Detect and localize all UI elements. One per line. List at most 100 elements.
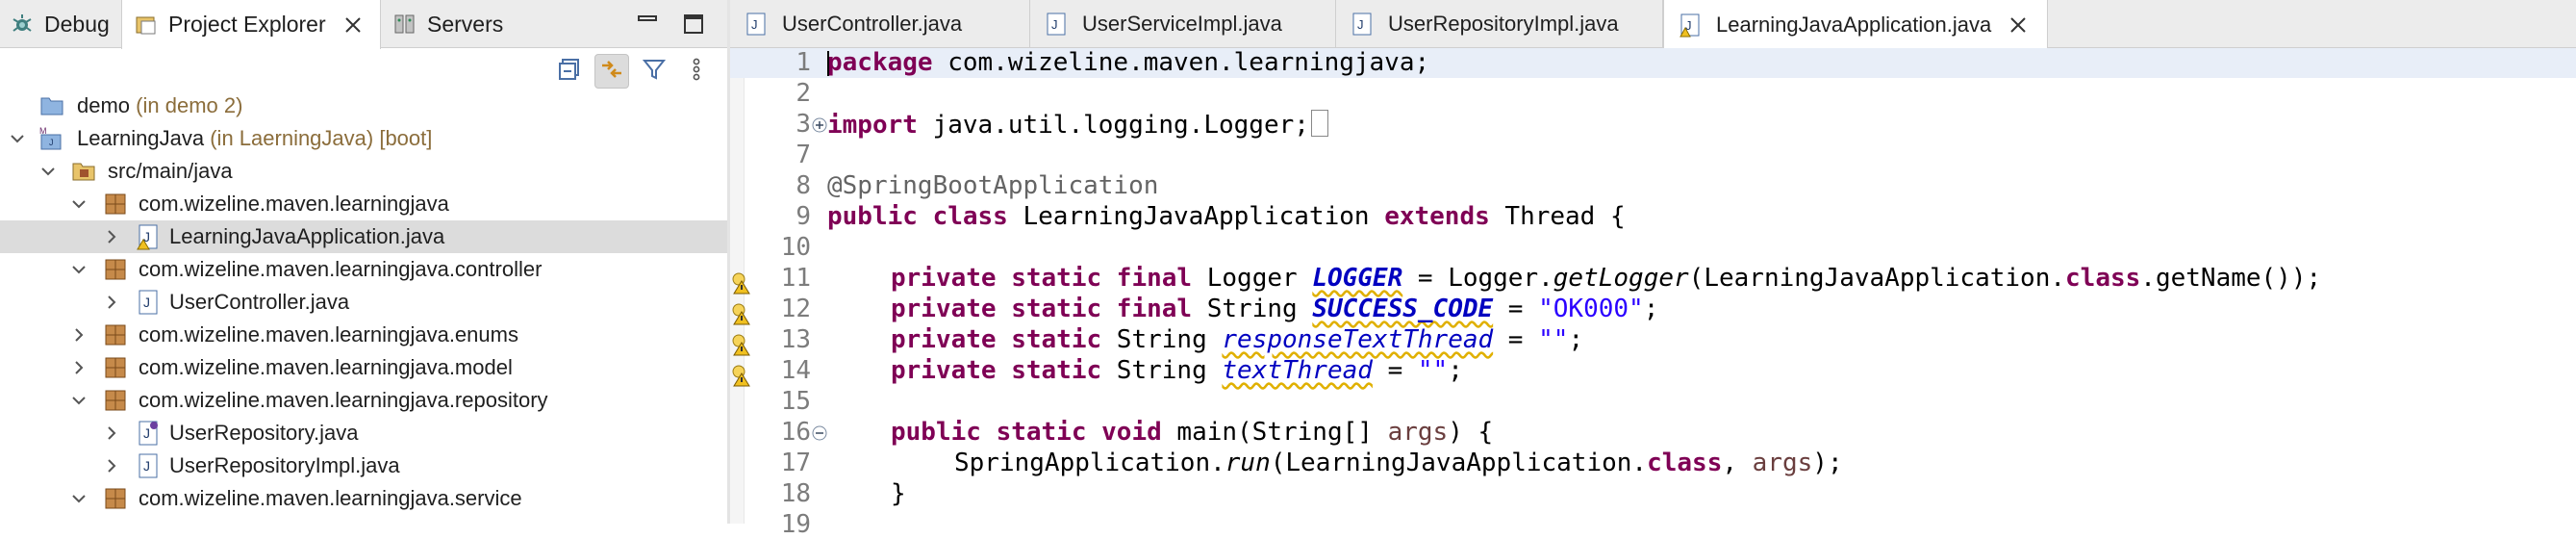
code-text: ;: [1448, 356, 1463, 385]
java-interface-icon: J: [135, 420, 162, 447]
maximize-button[interactable]: [679, 10, 708, 38]
code-line-8[interactable]: @SpringBootApplication: [827, 171, 1158, 200]
tab-project-explorer[interactable]: Project Explorer: [121, 0, 381, 49]
link-with-editor-button[interactable]: [594, 54, 629, 89]
editor-tab-userserviceimpl[interactable]: J UserServiceImpl.java: [1030, 0, 1336, 48]
code-line-9[interactable]: public class LearningJavaApplication ext…: [827, 202, 1626, 231]
code-text: String: [1101, 325, 1223, 354]
chevron-right-icon[interactable]: [69, 358, 88, 377]
method-name: run: [1225, 449, 1271, 477]
editor-tab-usercontroller[interactable]: J UserController.java: [730, 0, 1030, 48]
code-line-1[interactable]: package com.wizeline.maven.learningjava;: [827, 48, 1429, 77]
chevron-down-icon[interactable]: [69, 194, 88, 214]
tree-item-usercontroller[interactable]: J UserController.java: [0, 286, 727, 319]
editor-tab-userrepositoryimpl[interactable]: J UserRepositoryImpl.java: [1336, 0, 1663, 48]
tree-item-package[interactable]: com.wizeline.maven.learningjava.reposito…: [0, 384, 727, 417]
code-text: ;: [1643, 295, 1659, 323]
code-text: =: [1493, 325, 1539, 354]
tree-item-src-main-java[interactable]: src/main/java: [0, 155, 727, 188]
code-text: ;: [1568, 325, 1584, 354]
parameter-name: args: [1752, 449, 1813, 477]
chevron-down-icon[interactable]: [69, 260, 88, 279]
svg-text:J: J: [49, 138, 54, 147]
warning-marker-icon[interactable]: [730, 331, 755, 356]
tree-item-package[interactable]: com.wizeline.maven.learningjava.enums: [0, 319, 727, 351]
close-icon[interactable]: [341, 13, 365, 37]
code-line-11[interactable]: private static final Logger LOGGER = Log…: [891, 264, 2321, 293]
tab-servers[interactable]: Servers: [391, 0, 503, 48]
tree-item-package[interactable]: com.wizeline.maven.learningjava: [0, 188, 727, 220]
link-with-editor-icon: [599, 57, 624, 87]
svg-text:J: J: [751, 17, 758, 32]
tree-item-demo[interactable]: demo (in demo 2): [0, 90, 727, 122]
svg-text:M: M: [39, 126, 47, 136]
chevron-right-icon[interactable]: [102, 293, 121, 312]
field-name: textThread: [1222, 356, 1373, 385]
tree-item-userrepositoryimpl[interactable]: J UserRepositoryImpl.java: [0, 449, 727, 482]
package-icon: [102, 321, 129, 348]
editor-tab-learningjavaapplication[interactable]: J LearningJavaApplication.java: [1663, 0, 2048, 49]
java-file-icon: J: [135, 452, 162, 479]
keyword: public static void: [891, 418, 1162, 447]
code-text: =: [1493, 295, 1539, 323]
chevron-down-icon[interactable]: [69, 391, 88, 410]
chevron-right-icon[interactable]: [102, 227, 121, 246]
editor-tab-bar: J UserController.java J UserServiceImpl.…: [730, 0, 2576, 49]
chevron-down-icon[interactable]: [8, 129, 27, 148]
code-line-14[interactable]: private static String textThread = "";: [891, 356, 1463, 385]
folded-block-marker[interactable]: [1310, 110, 1328, 137]
tree-item-package[interactable]: com.wizeline.maven.learningjava.service: [0, 482, 727, 515]
line-number: 2: [796, 79, 811, 108]
close-icon[interactable]: [2007, 13, 2030, 37]
code-text: com.wizeline.maven.learningjava;: [932, 48, 1430, 77]
chevron-right-icon[interactable]: [102, 424, 121, 443]
line-number: 3: [796, 110, 811, 139]
keyword: public class: [827, 202, 1008, 231]
keyword: class: [2065, 264, 2141, 293]
code-line-17[interactable]: SpringApplication.run(LearningJavaApplic…: [954, 449, 1843, 477]
keyword: extends: [1384, 202, 1490, 231]
tab-debug[interactable]: Debug: [8, 0, 110, 48]
view-menu-button[interactable]: [679, 54, 714, 89]
java-file-warning-icon: J: [1678, 11, 1703, 39]
svg-text:J: J: [1357, 17, 1364, 32]
tree-item-label: com.wizeline.maven.learningjava.enums: [139, 322, 518, 346]
package-icon: [102, 354, 129, 381]
code-text: ,: [1722, 449, 1753, 477]
line-number: 18: [780, 479, 811, 508]
warning-marker-icon[interactable]: [730, 270, 755, 295]
keyword: private static final: [891, 264, 1193, 293]
chevron-right-icon[interactable]: [69, 325, 88, 345]
chevron-right-icon[interactable]: [102, 456, 121, 475]
line-number: 16: [780, 418, 811, 447]
java-file-icon: J: [1350, 10, 1375, 38]
tree-item-label: UserController.java: [169, 290, 350, 314]
tree-item-package[interactable]: com.wizeline.maven.learningjava.controll…: [0, 253, 727, 286]
line-number: 8: [796, 171, 811, 200]
tree-item-package[interactable]: com.wizeline.maven.learningjava.model: [0, 351, 727, 384]
minimize-button[interactable]: [633, 10, 662, 38]
tree-item-userrepository[interactable]: J UserRepository.java: [0, 417, 727, 449]
code-text: LearningJavaApplication: [1007, 202, 1385, 231]
servers-icon: [391, 10, 419, 38]
tree-item-learningjava[interactable]: MJ LearningJava (in LaerningJava) [boot]: [0, 122, 727, 155]
warning-marker-icon[interactable]: [730, 300, 755, 325]
collapse-fold-icon[interactable]: [811, 424, 828, 442]
code-line-3[interactable]: import java.util.logging.Logger;: [827, 110, 1328, 140]
filter-button[interactable]: [637, 54, 671, 89]
warning-marker-icon[interactable]: [730, 362, 755, 387]
code-line-13[interactable]: private static String responseTextThread…: [891, 325, 1583, 354]
code-text: );: [1812, 449, 1843, 477]
chevron-down-icon[interactable]: [38, 162, 58, 181]
code-line-12[interactable]: private static final String SUCCESS_CODE…: [891, 295, 1658, 323]
code-text: main(String[]: [1161, 418, 1388, 447]
editor-tab-label: LearningJavaApplication.java: [1716, 12, 1992, 37]
chevron-down-icon[interactable]: [69, 489, 88, 508]
code-line-16[interactable]: public static void main(String[] args) {: [891, 418, 1493, 447]
line-number: 10: [780, 233, 811, 262]
tree-item-learningjavaapplication[interactable]: J LearningJavaApplication.java: [0, 220, 727, 253]
expand-fold-icon[interactable]: [811, 116, 828, 134]
code-line-18[interactable]: }: [891, 479, 906, 508]
collapse-all-button[interactable]: [552, 54, 587, 89]
svg-text:J: J: [143, 425, 150, 441]
